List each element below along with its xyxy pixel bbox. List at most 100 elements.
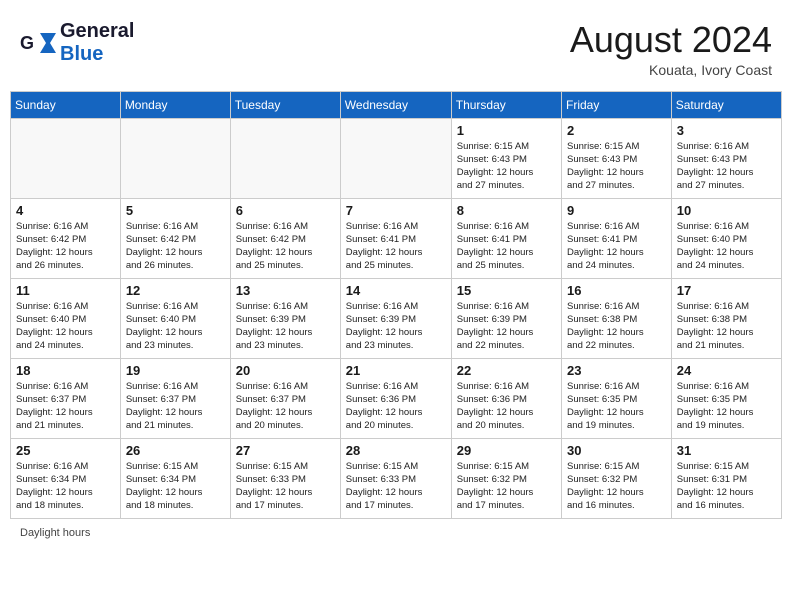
calendar-day-cell: 9 Sunrise: 6:16 AM Sunset: 6:41 PM Daylig… bbox=[562, 198, 672, 278]
calendar-day-cell: 29 Sunrise: 6:15 AM Sunset: 6:32 PM Dayli… bbox=[451, 438, 561, 518]
calendar-day-header: Monday bbox=[120, 91, 230, 118]
calendar-header-row: SundayMondayTuesdayWednesdayThursdayFrid… bbox=[11, 91, 782, 118]
calendar-day-cell: 17 Sunrise: 6:16 AM Sunset: 6:38 PM Dayli… bbox=[671, 278, 781, 358]
title-block: August 2024 Kouata, Ivory Coast bbox=[570, 20, 772, 78]
calendar-day-cell: 26Sunrise: 6:15 AM Sunset: 6:34 PM Dayli… bbox=[120, 438, 230, 518]
svg-text:G: G bbox=[20, 33, 34, 53]
day-number: 24 bbox=[677, 363, 776, 378]
day-number: 22 bbox=[457, 363, 556, 378]
day-info: Sunrise: 6:16 AM Sunset: 6:34 PM Dayligh… bbox=[16, 460, 115, 513]
day-number: 13 bbox=[236, 283, 335, 298]
calendar-day-header: Sunday bbox=[11, 91, 121, 118]
calendar-day-cell: 13 Sunrise: 6:16 AM Sunset: 6:39 PM Dayli… bbox=[230, 278, 340, 358]
day-number: 12 bbox=[126, 283, 225, 298]
day-info: Sunrise: 6:16 AM Sunset: 6:40 PM Dayligh… bbox=[677, 220, 776, 273]
day-number: 29 bbox=[457, 443, 556, 458]
day-info: Sunrise: 6:16 AM Sunset: 6:41 PM Dayligh… bbox=[457, 220, 556, 273]
calendar-day-cell: 20 Sunrise: 6:16 AM Sunset: 6:37 PM Dayli… bbox=[230, 358, 340, 438]
calendar-day-cell: 31Sunrise: 6:15 AM Sunset: 6:31 PM Dayli… bbox=[671, 438, 781, 518]
calendar-footer: Daylight hours bbox=[10, 525, 782, 541]
day-number: 14 bbox=[346, 283, 446, 298]
day-info: Sunrise: 6:16 AM Sunset: 6:36 PM Dayligh… bbox=[457, 380, 556, 433]
day-number: 18 bbox=[16, 363, 115, 378]
day-info: Sunrise: 6:16 AM Sunset: 6:40 PM Dayligh… bbox=[126, 300, 225, 353]
calendar-day-header: Saturday bbox=[671, 91, 781, 118]
day-number: 2 bbox=[567, 123, 666, 138]
calendar-day-cell bbox=[230, 118, 340, 198]
day-info: Sunrise: 6:16 AM Sunset: 6:39 PM Dayligh… bbox=[236, 300, 335, 353]
calendar-day-cell: 1Sunrise: 6:15 AM Sunset: 6:43 PM Daylig… bbox=[451, 118, 561, 198]
calendar-week-row: 18 Sunrise: 6:16 AM Sunset: 6:37 PM Dayli… bbox=[11, 358, 782, 438]
day-info: Sunrise: 6:16 AM Sunset: 6:35 PM Dayligh… bbox=[677, 380, 776, 433]
logo-blue-text: Blue bbox=[60, 43, 103, 65]
day-number: 9 bbox=[567, 203, 666, 218]
day-info: Sunrise: 6:16 AM Sunset: 6:39 PM Dayligh… bbox=[346, 300, 446, 353]
page-header: G General Blue August 2024 Kouata, Ivory… bbox=[10, 10, 782, 83]
calendar-day-cell: 27 Sunrise: 6:15 AM Sunset: 6:33 PM Dayli… bbox=[230, 438, 340, 518]
calendar-day-cell: 15Sunrise: 6:16 AM Sunset: 6:39 PM Dayli… bbox=[451, 278, 561, 358]
day-info: Sunrise: 6:16 AM Sunset: 6:38 PM Dayligh… bbox=[677, 300, 776, 353]
calendar-day-cell: 21 Sunrise: 6:16 AM Sunset: 6:36 PM Dayli… bbox=[340, 358, 451, 438]
day-number: 30 bbox=[567, 443, 666, 458]
calendar-day-cell: 18 Sunrise: 6:16 AM Sunset: 6:37 PM Dayli… bbox=[11, 358, 121, 438]
calendar-table: SundayMondayTuesdayWednesdayThursdayFrid… bbox=[10, 91, 782, 519]
day-number: 28 bbox=[346, 443, 446, 458]
calendar-week-row: 1 Sunrise: 6:15 AM Sunset: 6:43 PM Daylig… bbox=[11, 118, 782, 198]
day-number: 21 bbox=[346, 363, 446, 378]
calendar-day-cell: 5Sunrise: 6:16 AM Sunset: 6:42 PM Daylig… bbox=[120, 198, 230, 278]
calendar-day-cell: 4Sunrise: 6:16 AM Sunset: 6:42 PM Daylig… bbox=[11, 198, 121, 278]
calendar-day-header: Wednesday bbox=[340, 91, 451, 118]
day-info: Sunrise: 6:15 AM Sunset: 6:33 PM Dayligh… bbox=[236, 460, 335, 513]
calendar-day-cell: 23 Sunrise: 6:16 AM Sunset: 6:35 PM Dayli… bbox=[562, 358, 672, 438]
day-number: 8 bbox=[457, 203, 556, 218]
day-info: Sunrise: 6:16 AM Sunset: 6:41 PM Dayligh… bbox=[567, 220, 666, 273]
calendar-day-cell bbox=[120, 118, 230, 198]
day-info: Sunrise: 6:15 AM Sunset: 6:43 PM Dayligh… bbox=[567, 140, 666, 193]
day-info: Sunrise: 6:16 AM Sunset: 6:42 PM Dayligh… bbox=[126, 220, 225, 273]
calendar-day-header: Tuesday bbox=[230, 91, 340, 118]
day-info: Sunrise: 6:15 AM Sunset: 6:32 PM Dayligh… bbox=[457, 460, 556, 513]
day-info: Sunrise: 6:16 AM Sunset: 6:43 PM Dayligh… bbox=[677, 140, 776, 193]
calendar-day-cell: 25 Sunrise: 6:16 AM Sunset: 6:34 PM Dayli… bbox=[11, 438, 121, 518]
day-info: Sunrise: 6:16 AM Sunset: 6:42 PM Dayligh… bbox=[16, 220, 115, 273]
day-info: Sunrise: 6:15 AM Sunset: 6:33 PM Dayligh… bbox=[346, 460, 446, 513]
day-number: 20 bbox=[236, 363, 335, 378]
day-number: 26 bbox=[126, 443, 225, 458]
day-info: Sunrise: 6:16 AM Sunset: 6:36 PM Dayligh… bbox=[346, 380, 446, 433]
calendar-day-cell: 22 Sunrise: 6:16 AM Sunset: 6:36 PM Dayli… bbox=[451, 358, 561, 438]
day-number: 3 bbox=[677, 123, 776, 138]
day-number: 23 bbox=[567, 363, 666, 378]
day-number: 25 bbox=[16, 443, 115, 458]
calendar-day-cell: 7Sunrise: 6:16 AM Sunset: 6:41 PM Daylig… bbox=[340, 198, 451, 278]
calendar-day-cell bbox=[11, 118, 121, 198]
day-info: Sunrise: 6:16 AM Sunset: 6:35 PM Dayligh… bbox=[567, 380, 666, 433]
day-number: 1 bbox=[457, 123, 556, 138]
day-number: 17 bbox=[677, 283, 776, 298]
day-info: Sunrise: 6:16 AM Sunset: 6:41 PM Dayligh… bbox=[346, 220, 446, 273]
day-info: Sunrise: 6:16 AM Sunset: 6:42 PM Dayligh… bbox=[236, 220, 335, 273]
day-number: 16 bbox=[567, 283, 666, 298]
calendar-day-cell: 30 Sunrise: 6:15 AM Sunset: 6:32 PM Dayli… bbox=[562, 438, 672, 518]
day-number: 27 bbox=[236, 443, 335, 458]
calendar-day-cell: 2 Sunrise: 6:15 AM Sunset: 6:43 PM Daylig… bbox=[562, 118, 672, 198]
logo: G General Blue bbox=[20, 20, 134, 66]
day-number: 11 bbox=[16, 283, 115, 298]
day-info: Sunrise: 6:15 AM Sunset: 6:32 PM Dayligh… bbox=[567, 460, 666, 513]
calendar-day-cell: 6 Sunrise: 6:16 AM Sunset: 6:42 PM Daylig… bbox=[230, 198, 340, 278]
calendar-week-row: 11 Sunrise: 6:16 AM Sunset: 6:40 PM Dayli… bbox=[11, 278, 782, 358]
calendar-day-header: Thursday bbox=[451, 91, 561, 118]
day-info: Sunrise: 6:16 AM Sunset: 6:37 PM Dayligh… bbox=[236, 380, 335, 433]
day-number: 6 bbox=[236, 203, 335, 218]
calendar-day-cell: 8 Sunrise: 6:16 AM Sunset: 6:41 PM Daylig… bbox=[451, 198, 561, 278]
month-year-title: August 2024 bbox=[570, 20, 772, 60]
calendar-day-cell: 14 Sunrise: 6:16 AM Sunset: 6:39 PM Dayli… bbox=[340, 278, 451, 358]
day-number: 31 bbox=[677, 443, 776, 458]
day-info: Sunrise: 6:16 AM Sunset: 6:37 PM Dayligh… bbox=[16, 380, 115, 433]
calendar-day-cell: 12 Sunrise: 6:16 AM Sunset: 6:40 PM Dayli… bbox=[120, 278, 230, 358]
calendar-week-row: 4Sunrise: 6:16 AM Sunset: 6:42 PM Daylig… bbox=[11, 198, 782, 278]
day-number: 10 bbox=[677, 203, 776, 218]
day-info: Sunrise: 6:16 AM Sunset: 6:39 PM Dayligh… bbox=[457, 300, 556, 353]
calendar-day-cell bbox=[340, 118, 451, 198]
calendar-day-cell: 28 Sunrise: 6:15 AM Sunset: 6:33 PM Dayli… bbox=[340, 438, 451, 518]
calendar-week-row: 25 Sunrise: 6:16 AM Sunset: 6:34 PM Dayli… bbox=[11, 438, 782, 518]
